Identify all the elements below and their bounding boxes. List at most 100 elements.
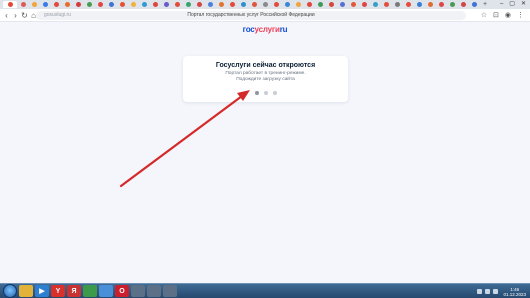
browser-tab[interactable] <box>448 1 457 8</box>
browser-tab[interactable] <box>184 1 193 8</box>
browser-tab[interactable] <box>217 1 226 8</box>
browser-tab[interactable] <box>129 1 138 8</box>
tray-network-icon[interactable] <box>485 289 491 294</box>
os-taskbar: ▶ Y Я O 1:46 01.12.2023 <box>0 283 530 298</box>
taskbar-yandex-icon[interactable]: Y <box>51 285 65 297</box>
taskbar-app-10-icon[interactable] <box>163 285 177 297</box>
tray-flag-icon[interactable] <box>477 289 483 294</box>
browser-tab[interactable] <box>74 1 83 8</box>
taskbar-opera-icon[interactable]: O <box>115 285 129 297</box>
browser-tab[interactable] <box>228 1 237 8</box>
browser-tab[interactable] <box>404 1 413 8</box>
maximize-button[interactable]: ▢ <box>509 0 515 9</box>
browser-tab[interactable] <box>349 1 358 8</box>
browser-tab[interactable] <box>250 1 259 8</box>
browser-tab[interactable] <box>415 1 424 8</box>
bookmark-star-icon[interactable]: ☆ <box>481 9 487 22</box>
forward-button[interactable]: › <box>11 9 20 22</box>
browser-tab[interactable] <box>294 1 303 8</box>
taskbar-media-icon[interactable]: ▶ <box>35 285 49 297</box>
tab-favicon-icon <box>329 2 334 7</box>
taskbar-red-app-icon[interactable]: Я <box>67 285 81 297</box>
browser-tab[interactable] <box>85 1 94 8</box>
tab-favicon-icon <box>142 2 147 7</box>
back-button[interactable]: ‹ <box>2 9 11 22</box>
tab-favicon-icon <box>439 2 444 7</box>
browser-tab[interactable] <box>63 1 72 8</box>
card-message-line-2: Подождите загрузку сайта <box>236 76 295 82</box>
browser-tab[interactable] <box>118 1 127 8</box>
tab-favicon-icon <box>296 2 301 7</box>
browser-tab[interactable] <box>151 1 160 8</box>
tab-favicon-icon <box>241 2 246 7</box>
loading-card: Госуслуги сейчас откроются Портал работа… <box>183 56 348 102</box>
tray-volume-icon[interactable] <box>493 289 499 294</box>
browser-tab[interactable] <box>41 1 50 8</box>
start-button[interactable] <box>3 284 17 298</box>
taskbar-green-app-icon[interactable] <box>83 285 97 297</box>
annotation-arrow <box>119 90 250 188</box>
browser-tab[interactable] <box>19 1 28 8</box>
toolbar-actions: ☆ ⊡ ◉ ⋮ <box>481 9 524 22</box>
browser-tab[interactable] <box>52 1 61 8</box>
browser-tab[interactable] <box>261 1 270 8</box>
tab-favicon-icon <box>43 2 48 7</box>
browser-tab[interactable] <box>437 1 446 8</box>
address-bar[interactable]: gosuslugi.ru Портал государственных услу… <box>36 11 466 20</box>
tab-favicon-icon <box>7 2 13 7</box>
taskbar-explorer-icon[interactable] <box>19 285 33 297</box>
tray-clock[interactable]: 1:46 01.12.2023 <box>503 287 526 297</box>
tab-favicon-icon <box>263 2 268 7</box>
browser-tab[interactable] <box>371 1 380 8</box>
taskbar-app-9-icon[interactable] <box>147 285 161 297</box>
browser-tab[interactable] <box>195 1 204 8</box>
browser-tab[interactable] <box>360 1 369 8</box>
browser-tab[interactable] <box>107 1 116 8</box>
browser-tab[interactable] <box>393 1 402 8</box>
taskbar-chrome-icon[interactable] <box>99 285 113 297</box>
tab-favicon-icon <box>76 2 81 7</box>
browser-tab[interactable] <box>426 1 435 8</box>
system-tray: 1:46 01.12.2023 <box>477 284 530 298</box>
browser-tab[interactable] <box>316 1 325 8</box>
tab-favicon-icon <box>120 2 125 7</box>
browser-tab[interactable] <box>338 1 347 8</box>
browser-tab[interactable] <box>470 1 479 8</box>
reload-button[interactable]: ↻ <box>20 9 29 22</box>
tab-favicon-icon <box>461 2 466 7</box>
browser-tab[interactable] <box>305 1 314 8</box>
tab-favicon-icon <box>65 2 70 7</box>
card-title: Госуслуги сейчас откроются <box>215 62 316 69</box>
tab-favicon-icon <box>21 2 26 7</box>
browser-tab[interactable] <box>140 1 149 8</box>
tab-favicon-icon <box>54 2 59 7</box>
browser-tab[interactable] <box>272 1 281 8</box>
browser-tab[interactable] <box>459 1 468 8</box>
browser-tab[interactable] <box>327 1 336 8</box>
clock-date: 01.12.2023 <box>503 291 526 297</box>
close-button[interactable]: ✕ <box>521 0 526 9</box>
extensions-icon[interactable]: ⊡ <box>493 9 499 22</box>
taskbar-app-8-icon[interactable] <box>131 285 145 297</box>
tab-favicon-icon <box>318 2 323 7</box>
browser-tab[interactable] <box>382 1 391 8</box>
loading-indicator <box>183 91 348 95</box>
browser-tab[interactable] <box>239 1 248 8</box>
new-tab-button[interactable]: + <box>483 1 487 8</box>
browser-tab[interactable] <box>30 1 39 8</box>
profile-icon[interactable]: ◉ <box>505 9 511 22</box>
browser-tab[interactable] <box>3 1 17 8</box>
browser-tab[interactable] <box>162 1 171 8</box>
menu-icon[interactable]: ⋮ <box>517 9 524 22</box>
browser-tab[interactable] <box>173 1 182 8</box>
tab-favicon-icon <box>351 2 356 7</box>
loading-dot <box>272 91 277 95</box>
tab-favicon-icon <box>285 2 290 7</box>
browser-tab[interactable] <box>283 1 292 8</box>
site-logo[interactable]: госуслугиru <box>0 25 530 34</box>
tab-favicon-icon <box>373 2 378 7</box>
loading-dot <box>263 91 268 95</box>
browser-tab[interactable] <box>206 1 215 8</box>
browser-tab[interactable] <box>96 1 105 8</box>
minimize-button[interactable]: – <box>500 0 503 9</box>
